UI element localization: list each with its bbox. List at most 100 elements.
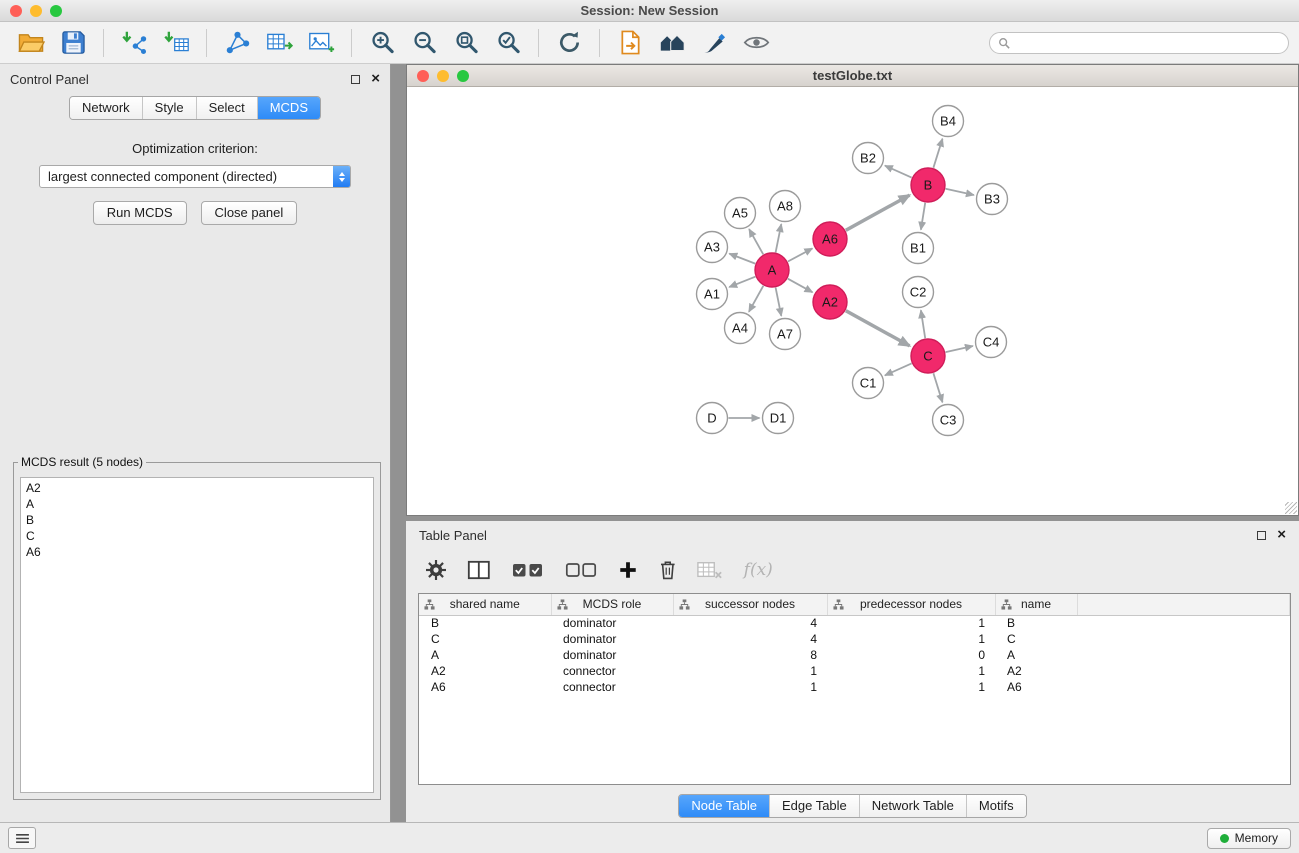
zoom-in-icon[interactable] [365, 28, 399, 58]
refresh-icon[interactable] [552, 28, 586, 58]
node-A1[interactable]: A1 [697, 279, 728, 310]
mcds-result-item[interactable]: A6 [26, 544, 368, 560]
control-panel-tab-style[interactable]: Style [142, 97, 196, 119]
table-tab-network-table[interactable]: Network Table [859, 795, 966, 817]
edge-C-C4[interactable] [946, 346, 973, 352]
memory-button[interactable]: Memory [1207, 828, 1291, 849]
save-icon[interactable] [56, 28, 90, 58]
optimization-dropdown[interactable]: largest connected component (directed) [39, 165, 351, 188]
export-image-icon[interactable] [304, 28, 338, 58]
node-A2[interactable]: A2 [813, 285, 847, 319]
control-panel-tab-mcds[interactable]: MCDS [257, 97, 320, 119]
table-cell[interactable]: A6 [995, 679, 1077, 695]
table-cell[interactable]: 1 [827, 631, 995, 647]
edge-B-B4[interactable] [933, 139, 942, 168]
import-network-icon[interactable] [117, 28, 151, 58]
control-panel-tab-network[interactable]: Network [70, 97, 142, 119]
node-A3[interactable]: A3 [697, 232, 728, 263]
mcds-result-item[interactable]: C [26, 528, 368, 544]
table-cell[interactable]: C [995, 631, 1077, 647]
export-table-icon[interactable] [262, 28, 296, 58]
column-header-successor-nodes[interactable]: successor nodes [673, 594, 827, 615]
node-A8[interactable]: A8 [770, 191, 801, 222]
float-panel-icon[interactable] [351, 75, 360, 84]
node-C3[interactable]: C3 [933, 405, 964, 436]
columns-icon[interactable] [467, 560, 491, 580]
mcds-result-item[interactable]: A [26, 496, 368, 512]
table-cell[interactable]: dominator [551, 631, 673, 647]
edge-B-B2[interactable] [885, 166, 912, 178]
mcds-result-item[interactable]: B [26, 512, 368, 528]
style-icon[interactable] [697, 28, 731, 58]
table-cell[interactable]: A6 [419, 679, 551, 695]
table-cell[interactable]: 1 [673, 663, 827, 679]
table-cell[interactable]: 1 [673, 679, 827, 695]
gear-icon[interactable] [426, 560, 446, 580]
edge-A6-B[interactable] [846, 195, 910, 230]
table-cell[interactable]: A [419, 647, 551, 663]
run-mcds-button[interactable]: Run MCDS [93, 201, 187, 225]
edge-A-A5[interactable] [749, 229, 763, 254]
table-cell[interactable]: dominator [551, 647, 673, 663]
delete-row-icon[interactable] [659, 560, 677, 580]
table-tab-edge-table[interactable]: Edge Table [769, 795, 859, 817]
network-close-icon[interactable] [417, 70, 429, 82]
node-A6[interactable]: A6 [813, 222, 847, 256]
table-row[interactable]: Cdominator41C [419, 631, 1290, 647]
function-builder-icon[interactable]: f(x) [744, 560, 773, 580]
edge-A2-C[interactable] [846, 311, 910, 346]
node-B1[interactable]: B1 [903, 233, 934, 264]
node-B3[interactable]: B3 [977, 184, 1008, 215]
close-table-panel-icon[interactable]: × [1277, 530, 1286, 540]
table-cell[interactable]: 1 [827, 679, 995, 695]
node-A7[interactable]: A7 [770, 319, 801, 350]
import-table-icon[interactable] [159, 28, 193, 58]
node-D[interactable]: D [697, 403, 728, 434]
node-C2[interactable]: C2 [903, 277, 934, 308]
edge-C-C3[interactable] [933, 373, 942, 402]
network-minimize-icon[interactable] [437, 70, 449, 82]
export-document-icon[interactable] [613, 28, 647, 58]
table-cell[interactable]: A [995, 647, 1077, 663]
edge-B-B1[interactable] [921, 203, 925, 230]
table-cell[interactable]: B [419, 615, 551, 631]
table-cell[interactable]: 8 [673, 647, 827, 663]
table-cell[interactable]: 1 [827, 663, 995, 679]
table-row[interactable]: Adominator80A [419, 647, 1290, 663]
panel-menu-button[interactable] [8, 827, 36, 849]
table-cell[interactable]: A2 [995, 663, 1077, 679]
control-panel-tab-select[interactable]: Select [196, 97, 257, 119]
add-row-icon[interactable] [618, 560, 638, 580]
table-row[interactable]: A2connector11A2 [419, 663, 1290, 679]
search-field[interactable] [989, 32, 1289, 54]
node-C4[interactable]: C4 [976, 327, 1007, 358]
delete-table-icon[interactable] [697, 560, 722, 580]
column-header-predecessor-nodes[interactable]: predecessor nodes [827, 594, 995, 615]
select-all-icon[interactable] [512, 560, 544, 580]
network-icon[interactable] [220, 28, 254, 58]
node-B[interactable]: B [911, 168, 945, 202]
zoom-selected-icon[interactable] [491, 28, 525, 58]
zoom-window-icon[interactable] [50, 5, 62, 17]
table-cell[interactable]: 4 [673, 631, 827, 647]
table-cell[interactable]: 0 [827, 647, 995, 663]
table-cell[interactable]: 4 [673, 615, 827, 631]
close-panel-button[interactable]: Close panel [201, 201, 298, 225]
zoom-fit-icon[interactable] [449, 28, 483, 58]
zoom-out-icon[interactable] [407, 28, 441, 58]
edge-A-A7[interactable] [776, 288, 782, 316]
node-B4[interactable]: B4 [933, 106, 964, 137]
table-cell[interactable]: 1 [827, 615, 995, 631]
table-row[interactable]: A6connector11A6 [419, 679, 1290, 695]
resize-grip-icon[interactable] [1285, 502, 1297, 514]
search-input[interactable] [1015, 36, 1280, 50]
column-header-shared-name[interactable]: shared name [419, 594, 551, 615]
clear-selection-icon[interactable] [565, 560, 597, 580]
table-cell[interactable]: A2 [419, 663, 551, 679]
column-header-name[interactable]: name [995, 594, 1077, 615]
node-C1[interactable]: C1 [853, 368, 884, 399]
edge-A-A1[interactable] [729, 277, 755, 287]
edge-B-B3[interactable] [946, 189, 974, 195]
edge-A-A3[interactable] [729, 254, 755, 264]
node-B2[interactable]: B2 [853, 143, 884, 174]
